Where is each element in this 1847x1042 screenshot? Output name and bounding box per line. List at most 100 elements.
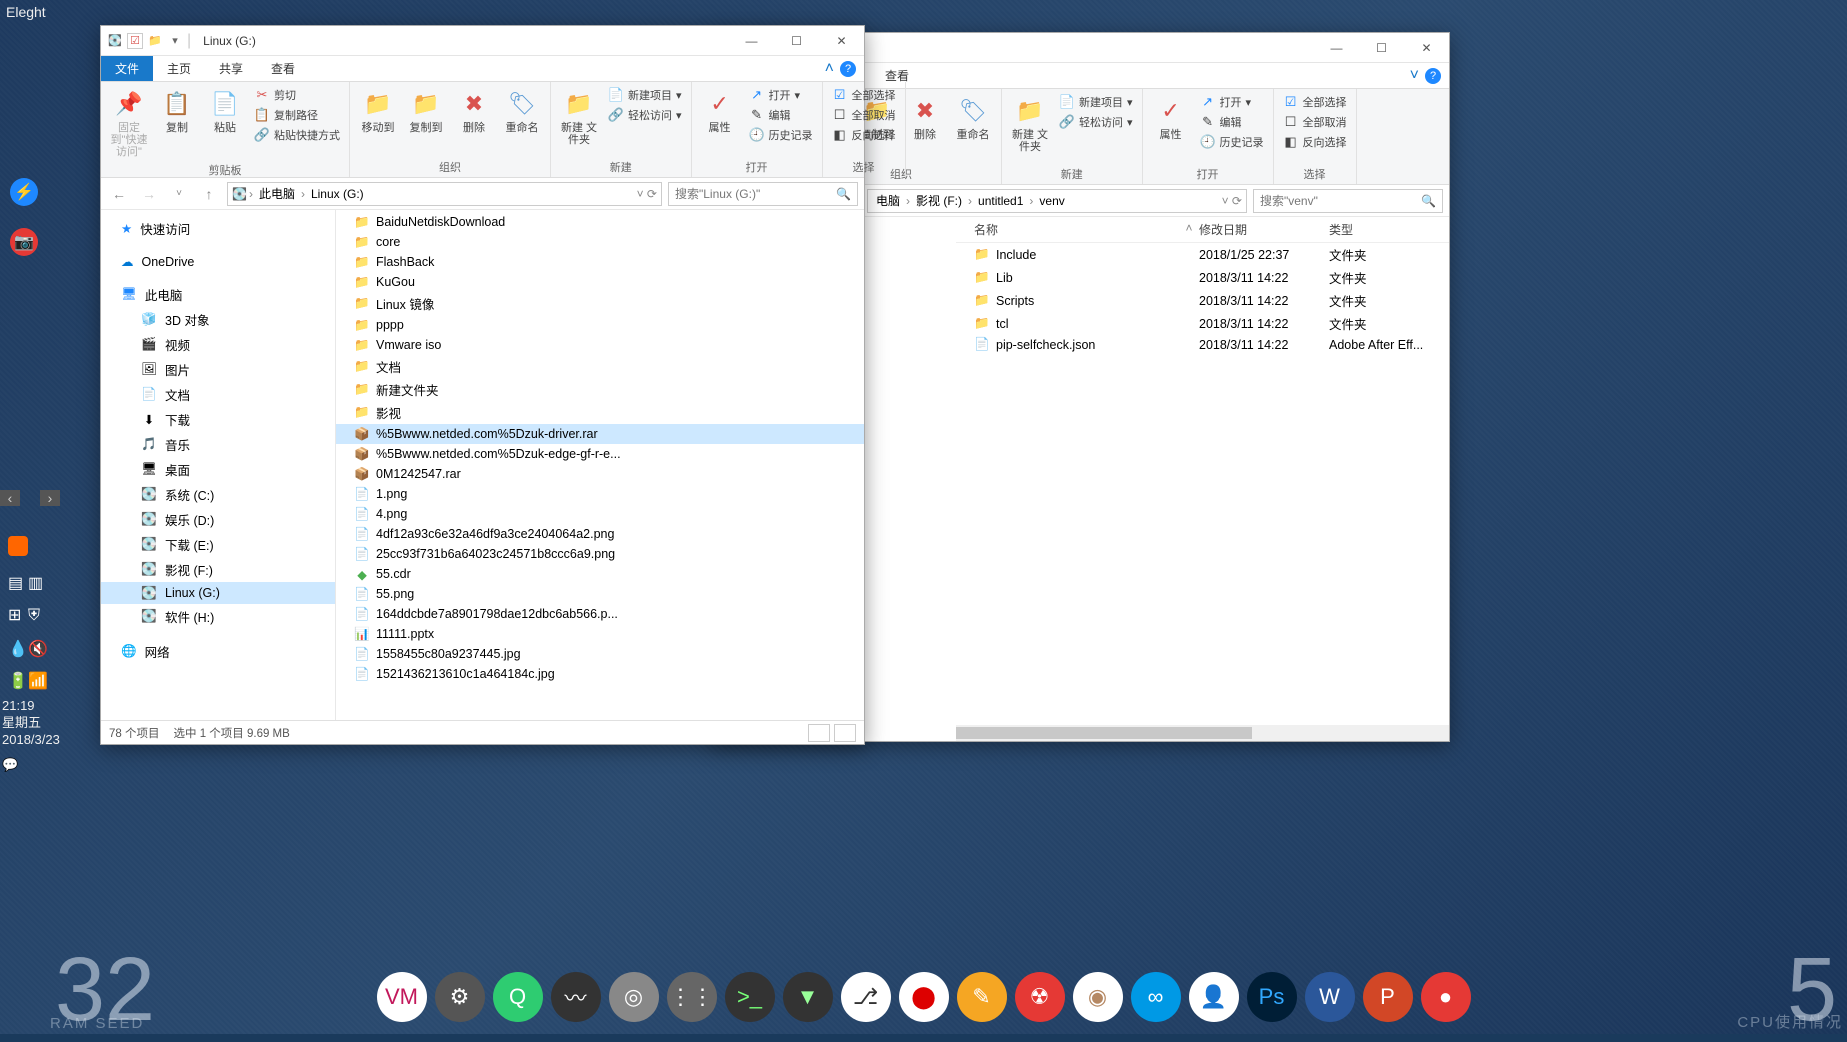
nav-item[interactable]: 🖥桌面 [101,457,335,482]
file-item[interactable]: 📁Linux 镜像 [336,292,864,315]
tray-icons[interactable]: ▤▥ ⊞⛨ 💧🔇 🔋📶 [8,530,48,697]
file-item[interactable]: 📄4.png [336,504,864,524]
tab-share[interactable]: 共享 [205,56,257,81]
dock-icon[interactable]: ☢ [1015,972,1065,1022]
easyaccess-button[interactable]: 🔗轻松访问 ▾ [1056,113,1136,131]
file-row[interactable]: 📁Lib2018/3/11 14:22文件夹 [956,266,1449,289]
back-button[interactable]: ← [107,182,131,206]
crumb[interactable]: venv [1035,194,1068,208]
open-button[interactable]: ↗打开 ▾ [1197,93,1267,111]
navigation-pane[interactable]: ★快速访问 ☁OneDrive 🖥此电脑 🧊3D 对象🎬视频🖼图片📄文档⬇下载🎵… [101,210,336,720]
file-item[interactable]: 📄55.png [336,584,864,604]
nav-right-icon[interactable]: › [40,490,60,506]
dock-icon[interactable]: ⋮⋮ [667,972,717,1022]
file-item[interactable]: 📦%5Bwww.netded.com%5Dzuk-edge-gf-r-e... [336,444,864,464]
crumb[interactable]: Linux (G:) [307,187,368,201]
search-icon[interactable]: 🔍 [1421,194,1436,208]
nav-item[interactable]: 🧊3D 对象 [101,307,335,332]
newitem-button[interactable]: 📄新建项目 ▾ [605,86,685,104]
widget-icon[interactable]: 📷 [10,228,38,256]
copypath-button[interactable]: 📋复制路径 [251,106,343,124]
nav-item[interactable]: 💽系统 (C:) [101,482,335,507]
close-button[interactable]: ✕ [1404,33,1449,63]
nav-item[interactable]: 💽下载 (E:) [101,532,335,557]
file-item[interactable]: 📄25cc93f731b6a64023c24571b8ccc6a9.png [336,544,864,564]
crumb[interactable]: 影视 (F:) [912,192,966,209]
file-item[interactable]: 📁BaiduNetdiskDownload [336,212,864,232]
up-button[interactable]: ↑ [197,182,221,206]
newfolder-button[interactable]: 📁新建 文件夹 [1008,93,1052,155]
minimize-button[interactable]: — [1314,33,1359,63]
file-item[interactable]: ◆55.cdr [336,564,864,584]
widget-icon[interactable]: ⚡ [10,178,38,206]
maximize-button[interactable]: ☐ [774,26,819,56]
invertsel-button[interactable]: ◧反向选择 [1280,133,1350,151]
file-row[interactable]: 📁Scripts2018/3/11 14:22文件夹 [956,289,1449,312]
delete-button[interactable]: ✖删除 [903,93,947,143]
dock-icon[interactable]: 👤 [1189,972,1239,1022]
nav-item[interactable]: 🖼图片 [101,357,335,382]
nav-network[interactable]: 🌐网络 [101,639,335,664]
dock-icon[interactable]: W [1305,972,1355,1022]
ribbon-collapse-icon[interactable]: ˅ [1410,67,1419,85]
file-item[interactable]: 📁影视 [336,401,864,424]
dock-icon[interactable]: ● [1421,972,1471,1022]
tab-view[interactable]: 查看 [257,56,309,81]
nav-item[interactable]: ⬇下载 [101,407,335,432]
newitem-button[interactable]: 📄新建项目 ▾ [1056,93,1136,111]
dock-icon[interactable]: Q [493,972,543,1022]
file-item[interactable]: 📁pppp [336,315,864,335]
file-item[interactable]: 📦0M1242547.rar [336,464,864,484]
tab-home[interactable]: 主页 [153,56,205,81]
nav-onedrive[interactable]: ☁OneDrive [101,251,335,272]
selectnone-button[interactable]: ☐全部取消 [829,106,899,124]
dock-icon[interactable]: >_ [725,972,775,1022]
recent-button[interactable]: ˅ [167,182,191,206]
dock-icon[interactable]: ⬤ [899,972,949,1022]
col-type[interactable]: 类型 [1329,221,1449,238]
file-list[interactable]: 📁BaiduNetdiskDownload📁core📁FlashBack📁KuG… [336,210,864,720]
history-button[interactable]: 🕘历史记录 [746,126,816,144]
file-item[interactable]: 📄1521436213610c1a464184c.jpg [336,664,864,684]
newfolder-button[interactable]: 📁新建 文件夹 [557,86,601,148]
file-item[interactable]: 📁Vmware iso [336,335,864,355]
search-input[interactable]: 搜索"venv"🔍 [1253,189,1443,213]
nav-left-icon[interactable]: ‹ [0,490,20,506]
ribbon-collapse-icon[interactable]: ˄ [825,60,834,78]
file-item[interactable]: 📁文档 [336,355,864,378]
history-button[interactable]: 🕘历史记录 [1197,133,1267,151]
rename-button[interactable]: 🏷重命名 [951,93,995,143]
help-icon[interactable]: ? [840,61,856,77]
nav-item[interactable]: 💽Linux (G:) [101,582,335,604]
nav-item[interactable]: 📄文档 [101,382,335,407]
col-date[interactable]: 修改日期 [1199,221,1329,238]
file-item[interactable]: 📄4df12a93c6e32a46df9a3ce2404064a2.png [336,524,864,544]
properties-button[interactable]: ✓属性 [698,86,742,136]
selectall-button[interactable]: ☑全部选择 [829,86,899,104]
breadcrumb[interactable]: 电脑› 影视 (F:)› untitled1› venv ˅ ⟳ [867,189,1247,213]
file-item[interactable]: 📁core [336,232,864,252]
nav-item[interactable]: 🎵音乐 [101,432,335,457]
dock-icon[interactable]: VM [377,972,427,1022]
dock-icon[interactable]: ∞ [1131,972,1181,1022]
maximize-button[interactable]: ☐ [1359,33,1404,63]
dock-icon[interactable]: ⎇ [841,972,891,1022]
column-headers[interactable]: 名称 ˄ 修改日期 类型 [956,217,1449,243]
easyaccess-button[interactable]: 🔗轻松访问 ▾ [605,106,685,124]
edit-button[interactable]: ✎编辑 [746,106,816,124]
nav-item[interactable]: 💽影视 (F:) [101,557,335,582]
pasteshortcut-button[interactable]: 🔗粘贴快捷方式 [251,126,343,144]
tab-file[interactable]: 文件 [101,56,153,81]
nav-item[interactable]: 🎬视频 [101,332,335,357]
forward-button[interactable]: → [137,182,161,206]
invertsel-button[interactable]: ◧反向选择 [829,126,899,144]
file-list[interactable]: 名称 ˄ 修改日期 类型 📁Include2018/1/25 22:37文件夹📁… [956,217,1449,741]
rename-button[interactable]: 🏷重命名 [500,86,544,136]
cut-button[interactable]: ✂剪切 [251,86,343,104]
titlebar[interactable]: 💽 ☑ 📁 ▾ | Linux (G:) — ☐ ✕ [101,26,864,56]
help-icon[interactable]: ? [1425,68,1441,84]
selectall-button[interactable]: ☑全部选择 [1280,93,1350,111]
dock-icon[interactable]: ◎ [609,972,659,1022]
copyto-button[interactable]: 📁复制到 [404,86,448,136]
nav-item[interactable]: 💽软件 (H:) [101,604,335,629]
